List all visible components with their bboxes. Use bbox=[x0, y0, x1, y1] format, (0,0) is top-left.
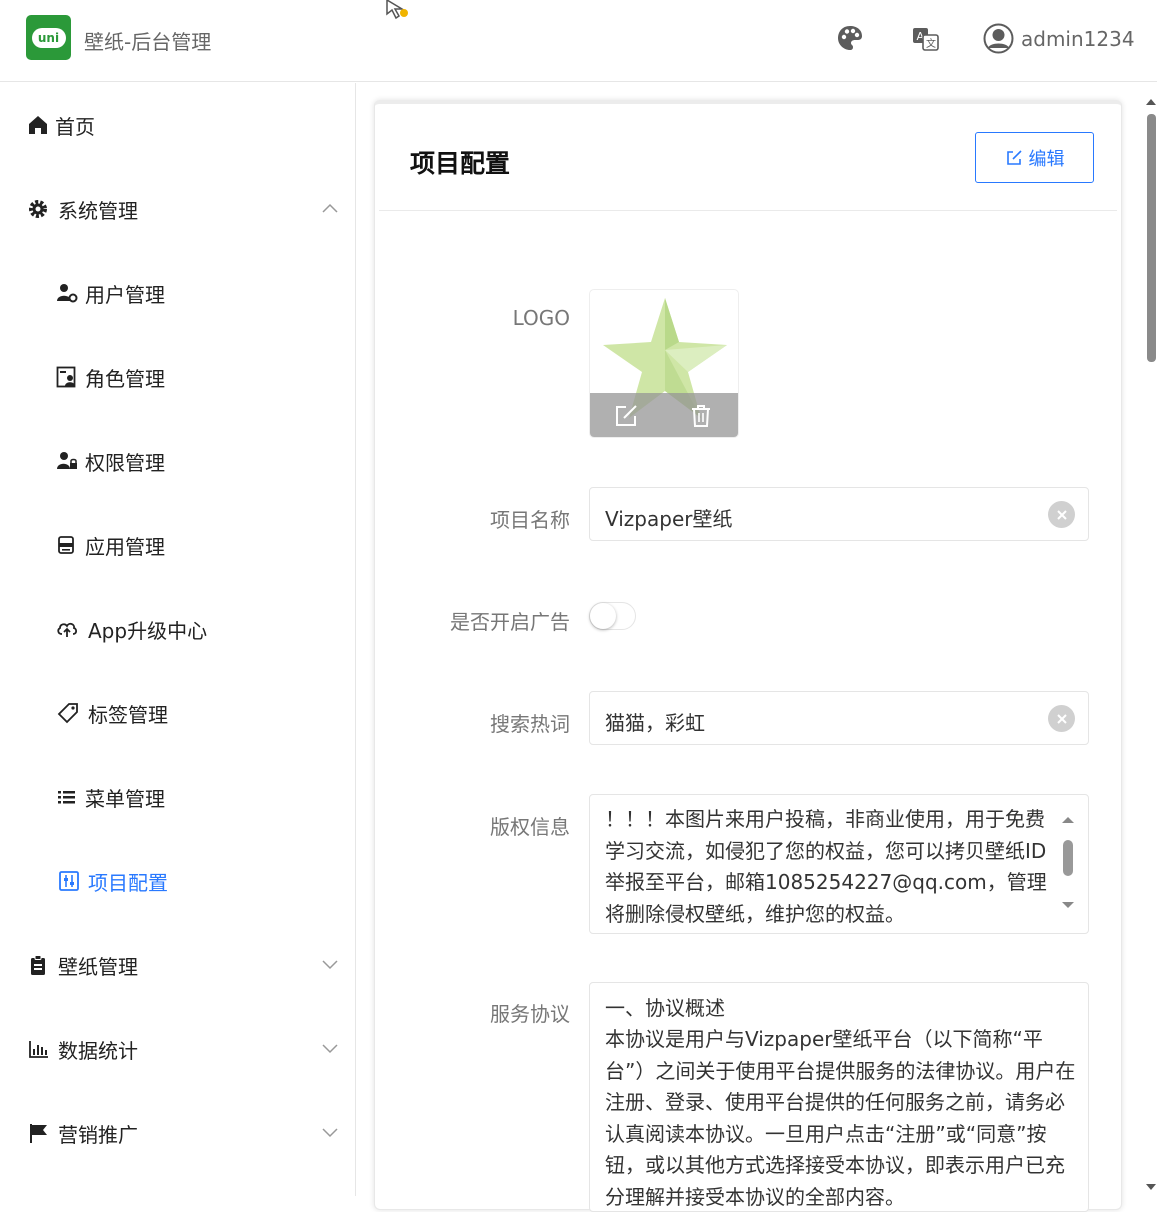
sidebar-item-label: 壁纸管理 bbox=[58, 955, 138, 979]
sidebar-item-label: 用户管理 bbox=[85, 283, 165, 307]
top-bar: uni 壁纸-后台管理 A 文 admin1234 bbox=[0, 0, 1157, 82]
switch-knob bbox=[590, 603, 616, 629]
sidebar-item-statistics[interactable]: 数据统计 bbox=[0, 1007, 355, 1091]
app-title: 壁纸-后台管理 bbox=[84, 30, 212, 54]
keywords-label: 搜索热词 bbox=[490, 712, 570, 736]
edit-icon[interactable] bbox=[614, 404, 639, 428]
sidebar-item-label: 系统管理 bbox=[58, 199, 138, 223]
copyright-textarea[interactable]: ！！！本图片来用户投稿，非商业使用，用于免费学习交流，如侵犯了您的权益，您可以拷… bbox=[589, 794, 1089, 934]
agreement-value: 本协议是用户与Vizpaper壁纸平台（以下简称“平台”）之间关于使用平台提供服… bbox=[605, 1027, 1076, 1209]
chevron-down-icon bbox=[322, 1044, 338, 1054]
user-gear-icon bbox=[57, 284, 78, 303]
clear-icon[interactable] bbox=[1048, 705, 1075, 732]
sidebar-item-home[interactable]: 首页 bbox=[0, 83, 355, 167]
sidebar-item-label: 标签管理 bbox=[88, 703, 168, 727]
sidebar-item-apps[interactable]: 应用管理 bbox=[0, 503, 355, 587]
app-icon bbox=[58, 536, 74, 554]
sidebar-item-label: 首页 bbox=[55, 115, 95, 139]
chevron-up-icon bbox=[322, 203, 338, 213]
home-icon bbox=[29, 116, 47, 134]
app-logo: uni bbox=[26, 15, 71, 60]
bar-chart-icon bbox=[29, 1041, 48, 1058]
sidebar-item-label: 应用管理 bbox=[85, 535, 165, 559]
clear-icon[interactable] bbox=[1048, 501, 1075, 528]
sidebar-item-tags[interactable]: 标签管理 bbox=[0, 671, 355, 755]
sidebar-item-system[interactable]: 系统管理 bbox=[0, 167, 355, 251]
user-name[interactable]: admin1234 bbox=[1021, 27, 1135, 51]
user-avatar-icon[interactable] bbox=[983, 23, 1014, 54]
sidebar-item-label: 权限管理 bbox=[85, 451, 165, 475]
ad-toggle-switch[interactable] bbox=[589, 602, 636, 630]
sidebar-item-permissions[interactable]: 权限管理 bbox=[0, 419, 355, 503]
ad-toggle-label: 是否开启广告 bbox=[450, 610, 570, 634]
sidebar-item-wallpapers[interactable]: 壁纸管理 bbox=[0, 923, 355, 1007]
edit-icon bbox=[1006, 149, 1022, 165]
chevron-down-icon bbox=[322, 960, 338, 970]
permission-icon bbox=[57, 452, 77, 469]
copyright-label: 版权信息 bbox=[490, 815, 570, 839]
sidebar-item-label: App升级中心 bbox=[88, 619, 208, 643]
page-title: 项目配置 bbox=[410, 149, 511, 178]
sidebar-item-label: 项目配置 bbox=[88, 871, 168, 895]
sidebar-item-menus[interactable]: 菜单管理 bbox=[0, 755, 355, 839]
project-name-value: Vizpaper壁纸 bbox=[605, 507, 733, 531]
edit-button-label: 编辑 bbox=[1028, 148, 1065, 170]
list-icon bbox=[58, 791, 75, 804]
sidebar-item-marketing[interactable]: 营销推广 bbox=[0, 1091, 355, 1175]
page-scrollbar[interactable] bbox=[1145, 96, 1157, 1196]
agreement-heading: 一、协议概述 bbox=[605, 996, 725, 1020]
gear-icon bbox=[29, 200, 47, 218]
sidebar-item-roles[interactable]: 角色管理 bbox=[0, 335, 355, 419]
card-header: 项目配置 编辑 bbox=[379, 104, 1117, 211]
edit-button[interactable]: 编辑 bbox=[975, 132, 1094, 183]
agreement-textarea[interactable]: 一、协议概述 本协议是用户与Vizpaper壁纸平台（以下简称“平台”）之间关于… bbox=[589, 982, 1089, 1212]
sidebar-item-label: 菜单管理 bbox=[85, 787, 165, 811]
translate-icon[interactable]: A 文 bbox=[912, 26, 940, 52]
sidebar-item-app-upgrade[interactable]: App升级中心 bbox=[0, 587, 355, 671]
sidebar-item-label: 角色管理 bbox=[85, 367, 165, 391]
palette-icon[interactable] bbox=[836, 24, 864, 52]
sidebar-item-users[interactable]: 用户管理 bbox=[0, 251, 355, 335]
keywords-input[interactable]: 猫猫，彩虹 bbox=[589, 691, 1089, 745]
sidebar-item-label: 数据统计 bbox=[58, 1039, 138, 1063]
cursor-icon bbox=[386, 0, 408, 20]
copyright-value: ！！！本图片来用户投稿，非商业使用，用于免费学习交流，如侵犯了您的权益，您可以拷… bbox=[605, 807, 1047, 926]
sidebar: 首页 系统管理 用户管理 角色管理 权限管理 应用管理 App升级中心 标签管理… bbox=[0, 83, 356, 1196]
project-name-input[interactable]: Vizpaper壁纸 bbox=[589, 487, 1089, 541]
cloud-upload-icon bbox=[57, 622, 78, 637]
logo-action-bar bbox=[590, 393, 738, 437]
config-icon bbox=[59, 871, 79, 891]
keywords-value: 猫猫，彩虹 bbox=[605, 711, 705, 735]
app-logo-text: uni bbox=[31, 27, 66, 48]
logo-label: LOGO bbox=[512, 306, 570, 330]
chevron-down-icon bbox=[322, 1128, 338, 1138]
sidebar-item-project-config[interactable]: 项目配置 bbox=[0, 839, 355, 923]
flag-icon bbox=[30, 1124, 47, 1143]
logo-image[interactable] bbox=[589, 289, 739, 438]
trash-icon[interactable] bbox=[690, 404, 712, 428]
role-icon bbox=[56, 366, 76, 388]
textarea-scrollbar[interactable] bbox=[1060, 815, 1076, 910]
agreement-label: 服务协议 bbox=[490, 1002, 570, 1026]
tag-icon bbox=[57, 703, 78, 724]
clipboard-icon bbox=[31, 955, 45, 975]
sidebar-item-label: 营销推广 bbox=[58, 1123, 138, 1147]
svg-text:文: 文 bbox=[926, 37, 936, 50]
project-name-label: 项目名称 bbox=[490, 508, 570, 532]
